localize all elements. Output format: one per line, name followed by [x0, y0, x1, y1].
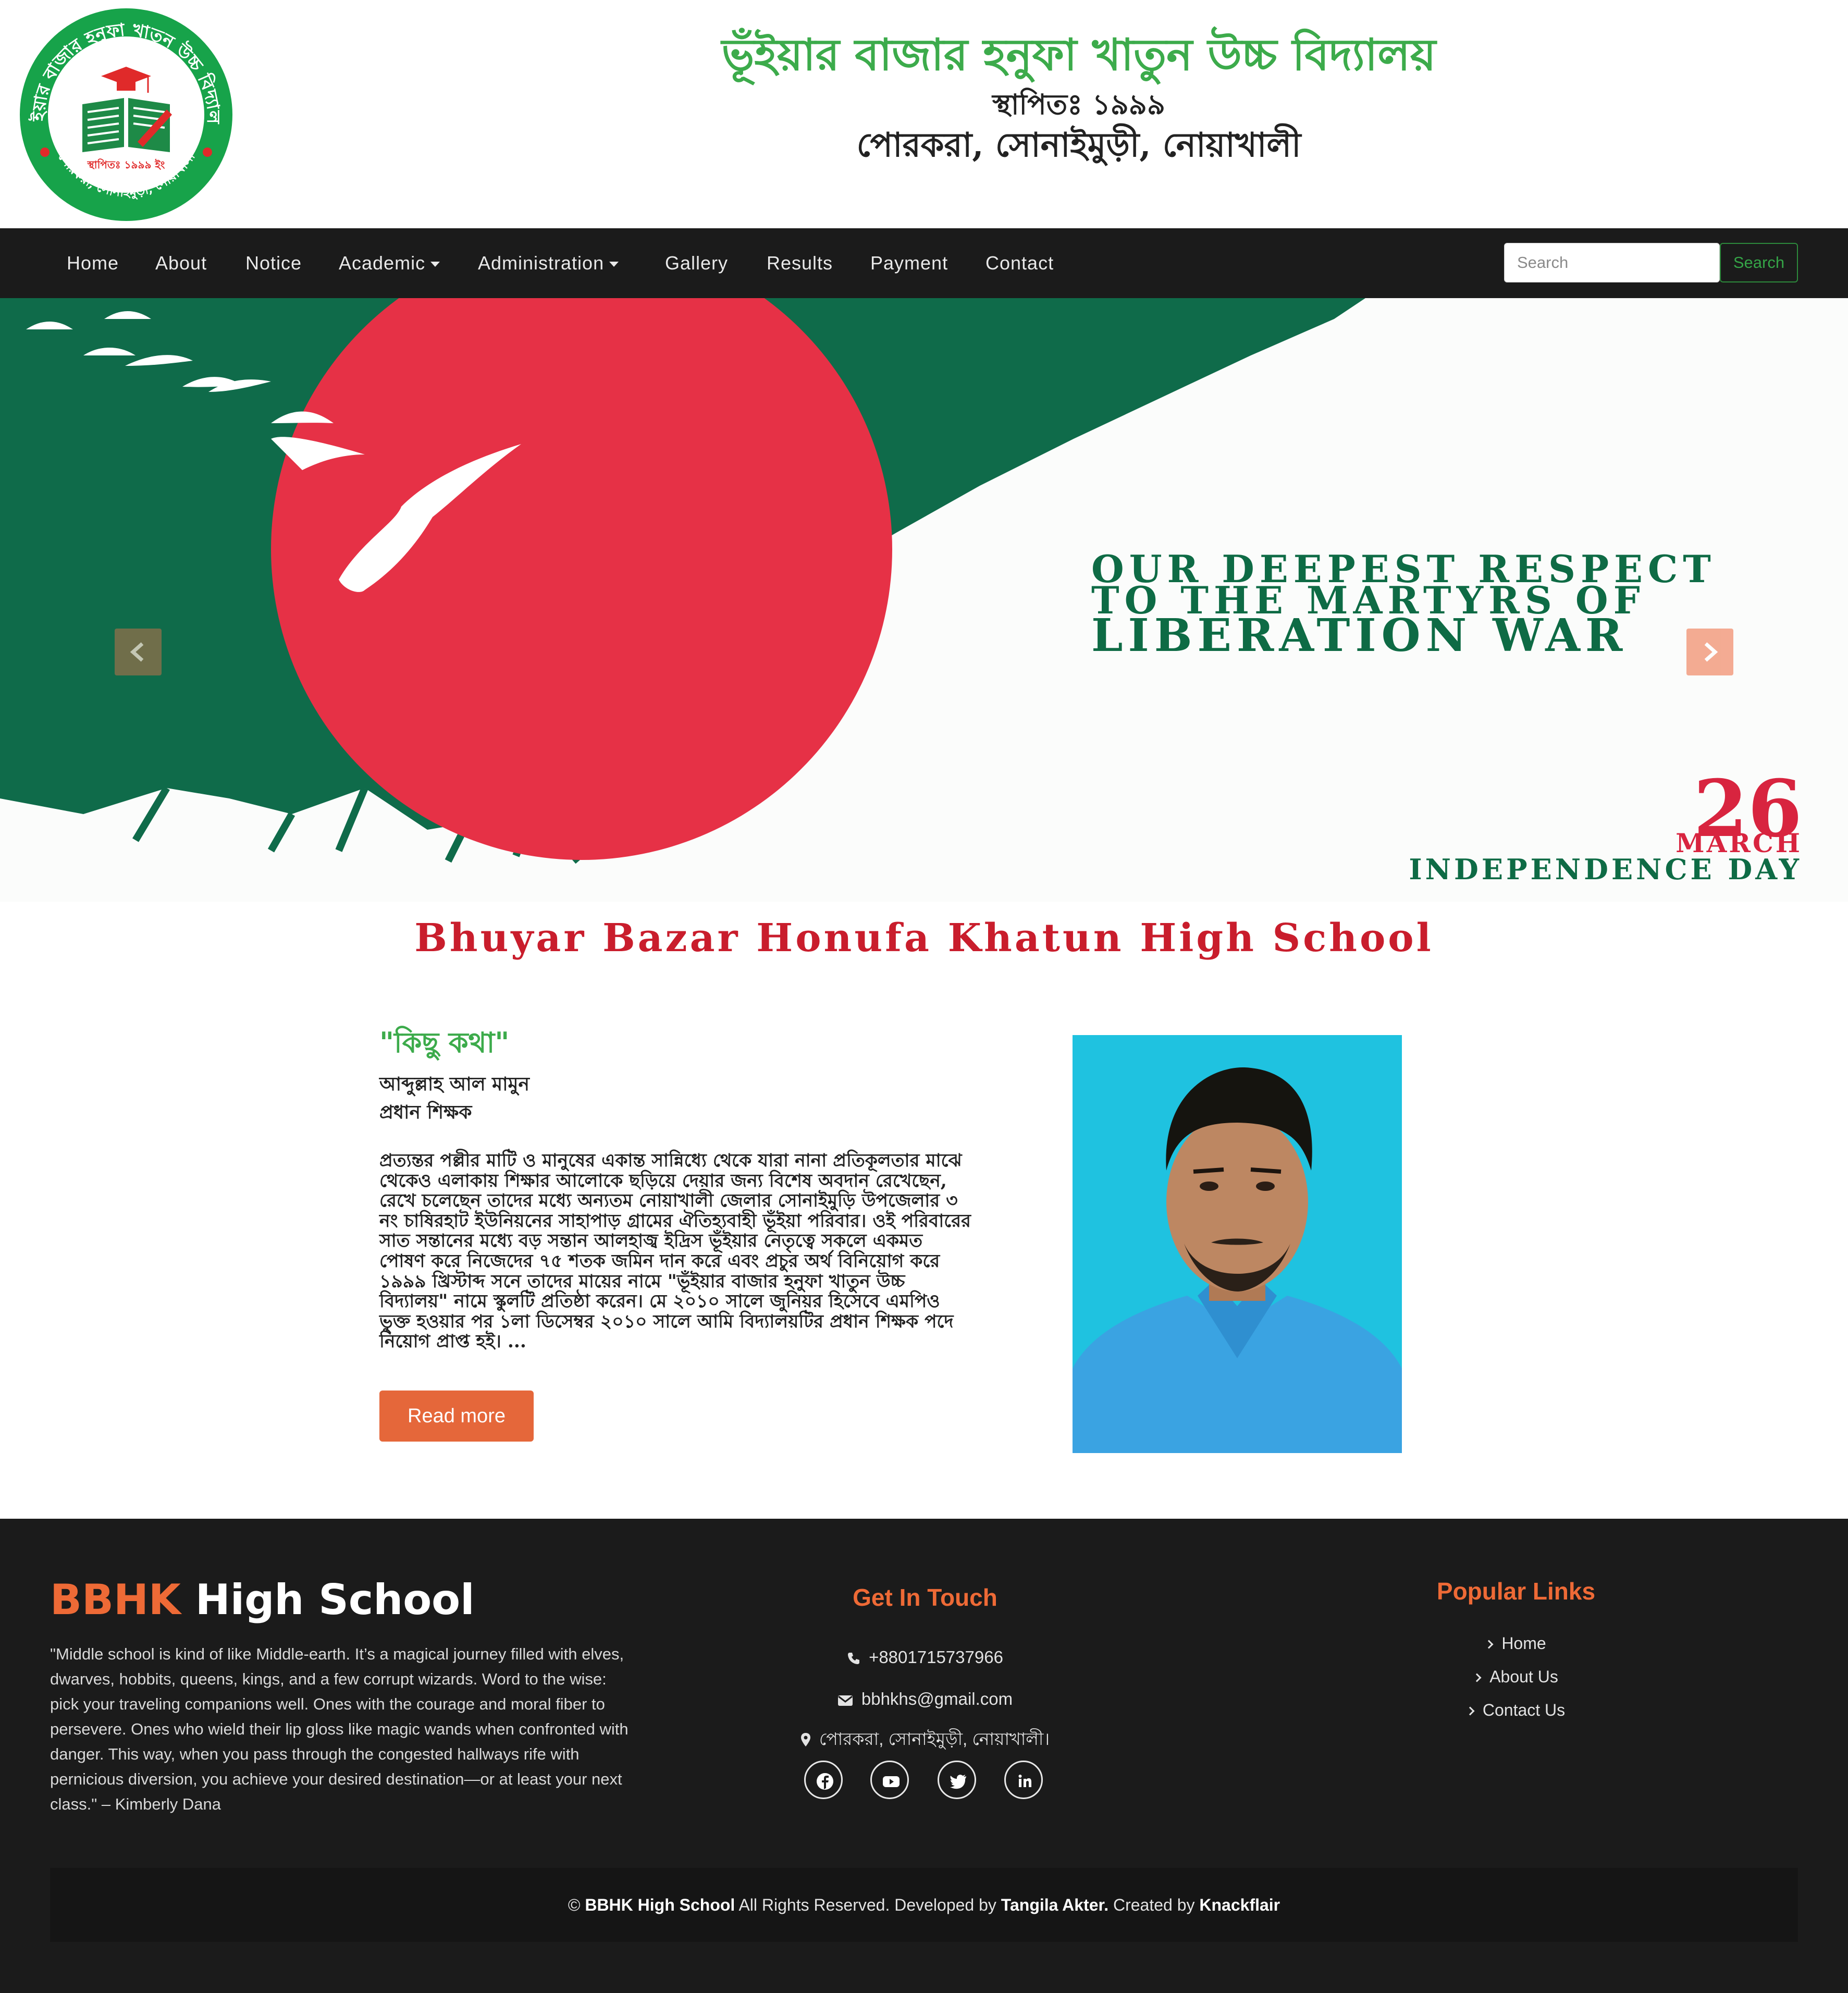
footer-link-about-us[interactable]: About Us: [1362, 1664, 1670, 1690]
footer-link-contact-us[interactable]: Contact Us: [1362, 1697, 1670, 1723]
chevron-left-icon: [130, 642, 144, 662]
footer-brand-accent: BBHK: [50, 1576, 181, 1624]
contact-email-text: bbhkhs@gmail.com: [861, 1689, 1013, 1708]
facebook-button[interactable]: [804, 1761, 843, 1799]
logo-dot-right: [203, 147, 212, 157]
contact-address: পোরকরা, সোনাইমুড়ী, নোয়াখালী।: [719, 1726, 1131, 1752]
copyright-site-name[interactable]: BBHK High School: [585, 1896, 735, 1914]
chevron-down-icon: [430, 262, 440, 267]
headmaster-name: আব্দুল্লাহ আল মামুন: [379, 1073, 530, 1095]
hero-headline-line-3: LIBERATION WAR: [1091, 609, 1628, 662]
phone-icon: [848, 1653, 860, 1664]
footer-quote: "Middle school is kind of like Middle-ea…: [50, 1645, 629, 1813]
contact-email[interactable]: bbhkhs@gmail.com: [719, 1686, 1131, 1712]
chevron-right-icon: [1484, 1640, 1494, 1649]
school-name-banner: Bhuyar Bazar Honufa Khatun High School: [0, 902, 1848, 975]
chevron-right-icon: [1465, 1706, 1475, 1716]
school-title: ভূঁইয়ার বাজার হনুফা খাতুন উচ্চ বিদ্যালয…: [721, 29, 1436, 80]
nav-administration-label: Administration: [478, 252, 605, 274]
envelope-icon: [837, 1695, 853, 1706]
map-marker-icon: [800, 1733, 810, 1746]
school-name-banner-text: Bhuyar Bazar Honufa Khatun High School: [414, 916, 1434, 961]
youtube-button[interactable]: [870, 1761, 909, 1799]
youtube-icon: [883, 1776, 900, 1787]
established-year: স্থাপিতঃ ১৯৯৯: [992, 88, 1165, 121]
chevron-down-icon: [609, 262, 619, 267]
copyright-developer[interactable]: Tangila Akter.: [1001, 1896, 1108, 1914]
nav-academic-label: Academic: [339, 252, 426, 274]
nav-notice-label: Notice: [245, 252, 302, 274]
carousel-prev-button[interactable]: [115, 629, 162, 675]
nav-administration-dropdown[interactable]: Administration: [478, 228, 619, 298]
footer-link-about-us-label: About Us: [1489, 1667, 1558, 1686]
logo-established-text: স্থাপিতঃ ১৯৯৯ ইং: [87, 158, 165, 171]
read-more-button[interactable]: Read more: [379, 1391, 534, 1442]
footer-brand: BBHK High School: [50, 1574, 475, 1626]
popular-links-heading: Popular Links: [1436, 1578, 1596, 1605]
facebook-icon: [817, 1773, 833, 1790]
nav-results[interactable]: Results: [767, 228, 833, 298]
nav-gallery[interactable]: Gallery: [665, 228, 728, 298]
footer-link-home[interactable]: Home: [1362, 1630, 1670, 1656]
nav-results-label: Results: [767, 252, 833, 274]
logo-dot-left: [40, 147, 50, 157]
nav-academic-dropdown[interactable]: Academic: [339, 228, 440, 298]
footer-link-contact-us-label: Contact Us: [1482, 1701, 1566, 1719]
nav-payment[interactable]: Payment: [870, 228, 948, 298]
linkedin-button[interactable]: [1004, 1761, 1043, 1799]
message-body: প্রত্যন্তর পল্লীর মাটি ও মানুষের একান্ত …: [379, 1150, 971, 1352]
nav-about[interactable]: About: [155, 228, 207, 298]
school-location: পোরকরা, সোনাইমুড়ী, নোয়াখালী: [856, 126, 1301, 165]
contact-phone[interactable]: +8801715737966: [719, 1644, 1131, 1670]
hero-holiday-label: INDEPENDENCE DAY: [1409, 853, 1802, 886]
hero-carousel: OUR DEEPEST RESPECT TO THE MARTYRS OF LI…: [0, 298, 1848, 902]
headmaster-role: প্রধান শিক্ষক: [379, 1101, 472, 1123]
contact-phone-text: +8801715737966: [869, 1647, 1003, 1667]
twitter-button[interactable]: [938, 1761, 976, 1799]
twitter-icon: [950, 1775, 966, 1789]
nav-home[interactable]: Home: [67, 228, 119, 298]
linkedin-icon: [1018, 1775, 1031, 1787]
copyright-bar: © BBHK High School All Rights Reserved. …: [50, 1868, 1798, 1942]
search-button[interactable]: Search: [1720, 243, 1798, 282]
headmaster-photo: [1073, 1035, 1402, 1453]
nav-payment-label: Payment: [870, 252, 948, 274]
copyright-company[interactable]: Knackflair: [1199, 1896, 1280, 1914]
nav-notice[interactable]: Notice: [245, 228, 302, 298]
chevron-right-icon: [1472, 1673, 1482, 1682]
nav-home-label: Home: [67, 252, 119, 274]
contact-address-text: পোরকরা, সোনাইমুড়ী, নোয়াখালী।: [819, 1729, 1050, 1749]
nav-contact-label: Contact: [985, 252, 1054, 274]
chevron-right-icon: [1704, 642, 1718, 662]
nav-contact[interactable]: Contact: [985, 228, 1054, 298]
carousel-next-button[interactable]: [1686, 629, 1733, 675]
message-title: "কিছু কথা": [379, 1026, 510, 1059]
copyright-rights-text: All Rights Reserved. Developed by: [738, 1896, 996, 1914]
school-logo[interactable]: ভূঁইয়ার বাজার হনুফা খাতুন উচ্চ বিদ্যালয…: [15, 5, 238, 224]
contact-heading: Get In Touch: [853, 1584, 997, 1611]
nav-gallery-label: Gallery: [665, 252, 729, 274]
footer-brand-rest: High School: [195, 1576, 475, 1624]
search-input[interactable]: [1504, 243, 1720, 282]
footer-link-home-label: Home: [1501, 1634, 1546, 1653]
site-header: ভূঁইয়ার বাজার হনুফা খাতুন উচ্চ বিদ্যালয…: [0, 0, 1848, 228]
copyright-created-text: Created by: [1113, 1896, 1195, 1914]
nav-about-label: About: [155, 252, 207, 274]
copyright-symbol: ©: [568, 1896, 581, 1914]
